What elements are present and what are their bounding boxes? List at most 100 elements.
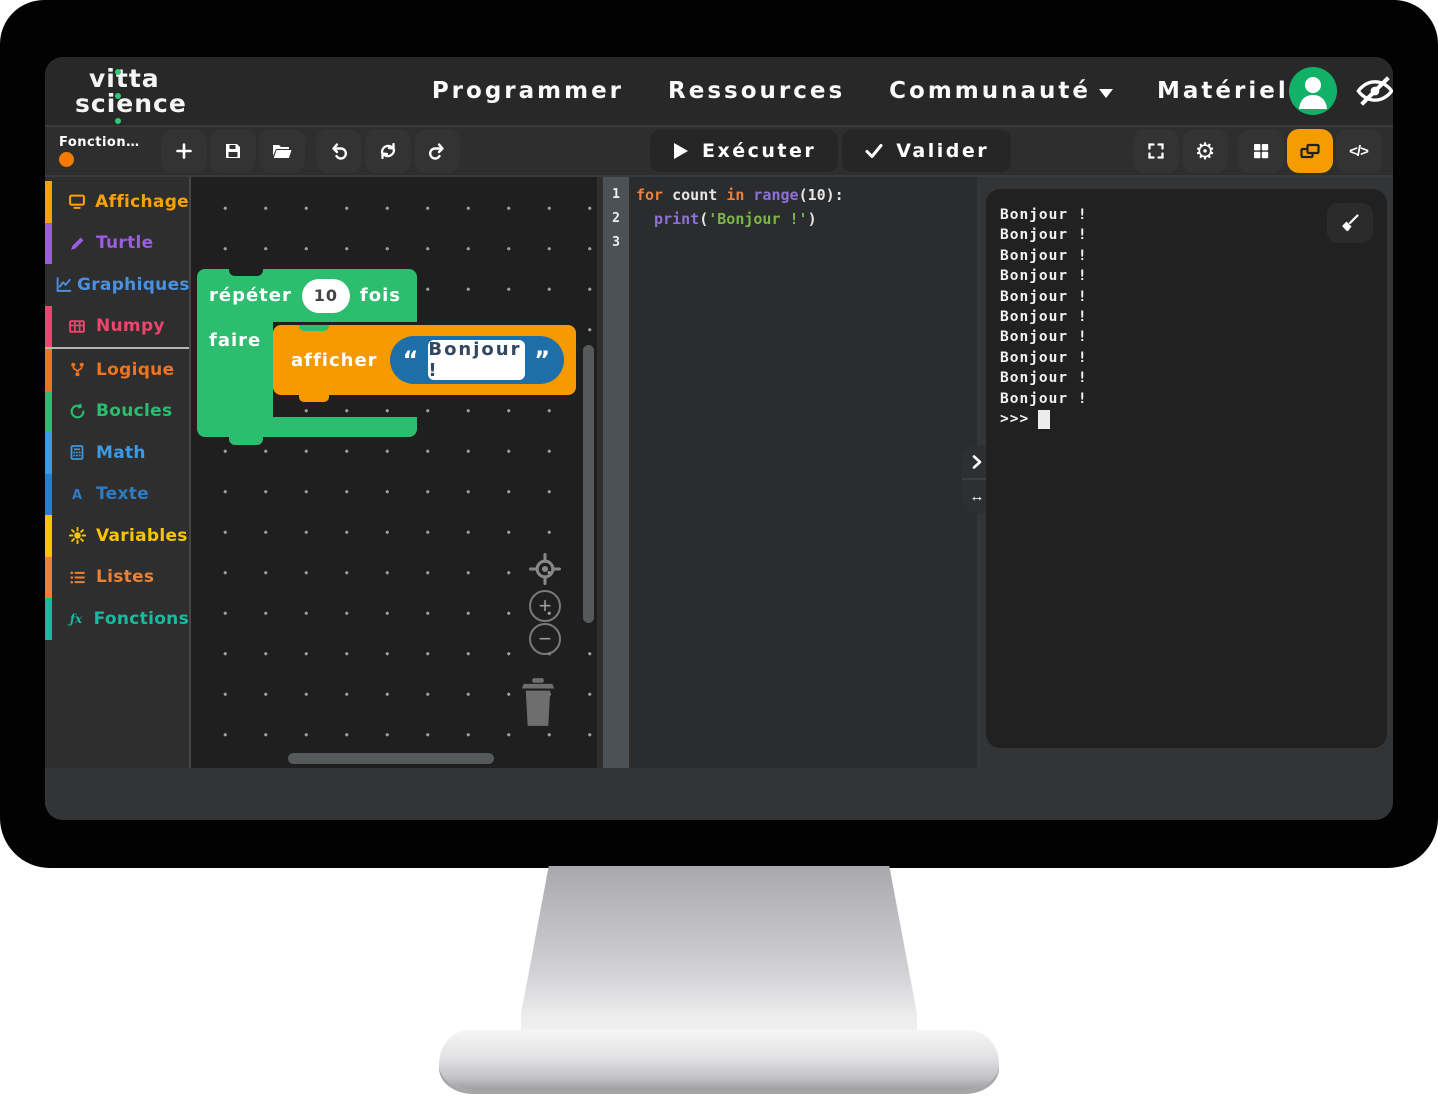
user-avatar-icon[interactable] [1289, 67, 1337, 115]
nav-item-label: Ressources [668, 78, 845, 104]
canvas-horizontal-scrollbar[interactable] [288, 753, 494, 764]
category-label: Logique [96, 360, 174, 380]
string-value-input[interactable]: Bonjour ! [428, 340, 525, 380]
clear-console-button[interactable] [1327, 203, 1373, 243]
display-icon [62, 193, 91, 210]
chevron-right-icon [972, 455, 982, 469]
sidebar-item-listes[interactable]: Listes [45, 557, 189, 599]
logo[interactable]: vitta science [75, 66, 187, 117]
code-view-button[interactable]: </> [1336, 129, 1382, 173]
blocks-icon [1299, 141, 1321, 161]
logo-dot [115, 93, 121, 99]
string-slot[interactable]: “ Bonjour ! ” [390, 336, 564, 384]
center-view-button[interactable] [528, 552, 562, 586]
code-line: 3 [603, 231, 977, 255]
text-icon: A [62, 486, 92, 503]
code-token: (10): [799, 186, 844, 204]
console-line: Bonjour ! [1000, 327, 1373, 347]
console-line: Bonjour ! [1000, 205, 1373, 225]
content: Affichage Turtle Graphiques [45, 177, 1393, 768]
sidebar-item-texte[interactable]: A Texte [45, 474, 189, 516]
list-icon [62, 569, 92, 586]
sidebar-item-fonctions[interactable]: ƒx Fonctions [45, 598, 189, 640]
repeat-block-footer[interactable] [197, 417, 417, 437]
code-token: range [744, 186, 798, 204]
eye-slash-icon[interactable] [1355, 74, 1393, 108]
nav-right [1289, 67, 1393, 115]
category-color-bar [45, 223, 52, 265]
category-label: Fonctions [94, 609, 189, 629]
loop-icon [62, 403, 92, 420]
new-file-button[interactable] [161, 129, 207, 173]
repeat-count-input[interactable]: 10 [302, 279, 350, 313]
sidebar-item-turtle[interactable]: Turtle [45, 223, 189, 265]
project-info[interactable]: Fonction… [55, 135, 159, 167]
code-token: in [726, 186, 744, 204]
nav-item-programmer[interactable]: Programmer [432, 78, 624, 104]
check-icon [864, 141, 884, 161]
logo-dot [115, 69, 121, 75]
monitor-stand-base [439, 1030, 999, 1090]
logo-line2: science [75, 91, 187, 117]
block-categories-sidebar: Affichage Turtle Graphiques [45, 177, 191, 768]
zoom-out-button[interactable]: − [529, 623, 561, 655]
category-label: Boucles [96, 401, 172, 421]
redo-button[interactable] [414, 129, 460, 173]
print-block[interactable]: afficher “ Bonjour ! ” [273, 325, 576, 395]
console-line: Bonjour ! [1000, 246, 1373, 266]
validate-button[interactable]: Valider [842, 130, 1011, 172]
category-color-bar [45, 598, 52, 640]
print-label: afficher [291, 350, 378, 371]
execute-button[interactable]: Exécuter [650, 130, 838, 172]
sidebar-item-boucles[interactable]: Boucles [45, 391, 189, 433]
app-window: vitta science Programmer Ressources Comm… [45, 57, 1393, 820]
undo-button[interactable] [316, 129, 362, 173]
grid-icon [1251, 141, 1271, 161]
trash-button[interactable] [517, 675, 559, 731]
page: vitta science Programmer Ressources Comm… [0, 0, 1438, 1100]
category-color-bar [45, 349, 52, 391]
sidebar-item-graphiques[interactable]: Graphiques [45, 264, 189, 306]
output-panel: ↔ Bonjour !Bonjour !Bonjour !Bonjour !Bo… [977, 177, 1393, 768]
sidebar-item-affichage[interactable]: Affichage [45, 181, 189, 223]
nav-item-communaute[interactable]: Communauté [889, 78, 1113, 104]
category-color-bar [45, 474, 52, 516]
code-token: ( [699, 210, 708, 228]
chevron-down-icon [1099, 89, 1113, 98]
repeat-block-header[interactable]: répéter 10 fois [197, 269, 417, 322]
zoom-in-button[interactable]: + [529, 590, 561, 622]
view-buttons: ⚙ </> [1132, 129, 1384, 173]
line-number: 3 [603, 231, 629, 255]
code-token: ) [808, 210, 817, 228]
nav-item-materiel[interactable]: Matériel [1157, 78, 1289, 104]
undo-icon [329, 141, 349, 161]
sidebar-item-math[interactable]: Math [45, 432, 189, 474]
nav-items: Programmer Ressources Communauté Matérie… [432, 78, 1289, 104]
logo-line1: vitta [75, 66, 187, 92]
sidebar-item-numpy[interactable]: Numpy [45, 306, 189, 348]
sidebar-item-variables[interactable]: Variables [45, 515, 189, 557]
save-button[interactable] [210, 129, 256, 173]
gear-icon [62, 527, 92, 544]
block-canvas[interactable]: répéter 10 fois faire afficher “ Bonjour… [191, 177, 597, 768]
repeat-block-body[interactable]: faire [197, 322, 273, 417]
grid-view-button[interactable] [1238, 129, 1284, 173]
console-prompt-row: >>> [1000, 409, 1373, 429]
sync-button[interactable] [365, 129, 411, 173]
open-folder-icon [271, 141, 293, 161]
nav-item-ressources[interactable]: Ressources [668, 78, 845, 104]
fullscreen-icon [1146, 141, 1166, 161]
canvas-vertical-scrollbar[interactable] [583, 345, 594, 623]
sidebar-item-logique[interactable]: Logique [45, 349, 189, 391]
settings-button[interactable]: ⚙ [1182, 129, 1228, 173]
blocks-view-button[interactable] [1287, 129, 1333, 173]
console-line: Bonjour ! [1000, 287, 1373, 307]
minus-icon: − [539, 626, 552, 652]
code-text: for count in range(10): [629, 183, 844, 207]
code-editor[interactable]: 1 for count in range(10): 2 print('Bonjo… [603, 177, 977, 768]
category-label: Texte [96, 484, 149, 504]
fullscreen-button[interactable] [1133, 129, 1179, 173]
redo-icon [427, 141, 447, 161]
gear-icon: ⚙ [1195, 140, 1216, 163]
open-file-button[interactable] [259, 129, 305, 173]
